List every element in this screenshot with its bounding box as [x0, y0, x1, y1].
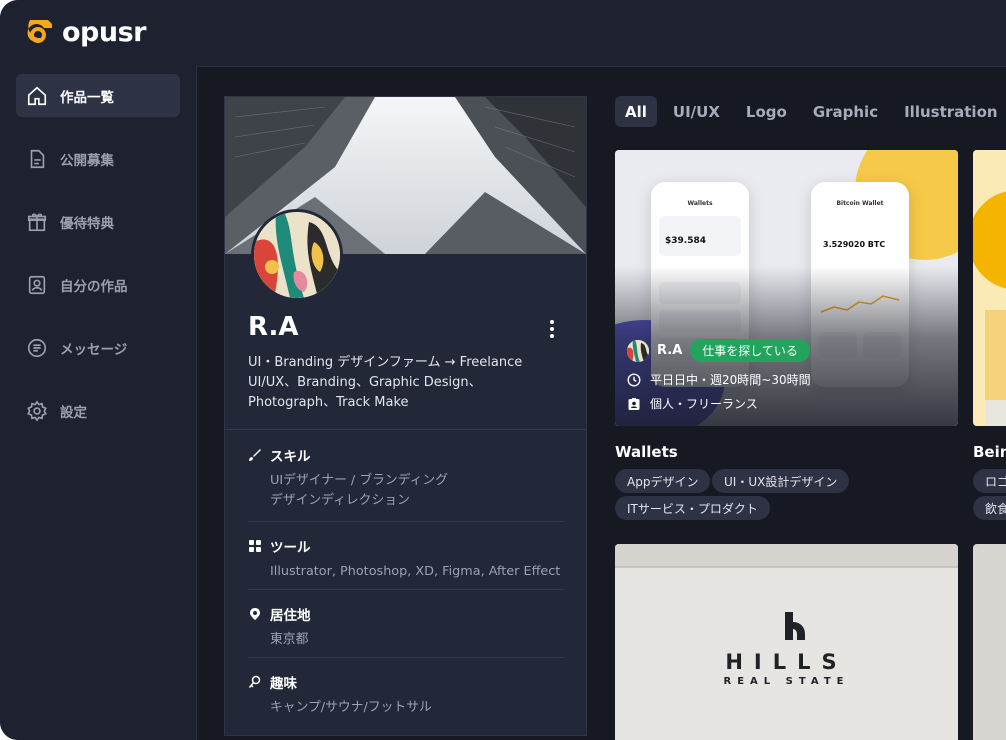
tab-ui-ux[interactable]: UI/UX — [663, 96, 730, 127]
tab-all[interactable]: All — [615, 96, 657, 127]
section-title: ツール — [270, 540, 311, 556]
opusr-logo-icon — [27, 20, 52, 43]
sidebar-item-label: 優待特典 — [60, 215, 114, 232]
profile-bio-line: Photograph、Track Make — [248, 395, 409, 410]
tab-illustration[interactable]: Illustration — [894, 96, 1006, 127]
brand-tagline: REAL STATE — [723, 676, 850, 687]
gift-icon — [27, 213, 47, 231]
sidebar-item-label: 設定 — [60, 404, 87, 421]
profile-section-skills: スキル UIデザイナー / ブランディング デザインディレクション — [248, 445, 566, 511]
schedule-text: 平日日中・週20時間~30時間 — [650, 373, 811, 387]
brand-name: opusr — [62, 16, 146, 48]
category-tabs: All UI/UX Logo Graphic Illustration — [615, 96, 1006, 127]
hobby-icon — [248, 675, 261, 688]
portrait-icon — [28, 275, 46, 294]
section-text: デザインディレクション — [270, 493, 410, 508]
tag-chip[interactable]: Appデザイン — [615, 469, 711, 493]
card-owner: R.A 仕事を探している — [627, 339, 810, 362]
mockup-balance: $39.584 — [665, 236, 706, 246]
mockup-title: Wallets — [687, 200, 713, 207]
sidebar-item-label: メッセージ — [60, 341, 128, 358]
document-icon — [30, 149, 45, 168]
grid-icon — [249, 540, 261, 552]
clock-icon — [627, 372, 641, 387]
profile-card: R.A UI・Branding デザインファーム → Freelance UI/… — [224, 96, 587, 736]
profile-section-hobbies: 趣味 キャンプ/サウナ/フットサル — [248, 672, 566, 718]
work-card[interactable] — [973, 150, 1006, 426]
mockup-title: Bitcoin Wallet — [836, 200, 884, 207]
section-title: 趣味 — [270, 676, 297, 692]
section-text: キャンプ/サウナ/フットサル — [270, 700, 432, 715]
sidebar-item-label: 作品一覧 — [60, 89, 114, 106]
section-text: 東京都 — [270, 632, 309, 647]
brand-logo[interactable]: opusr — [24, 16, 146, 48]
divider — [248, 521, 564, 522]
section-text: UIデザイナー / ブランディング — [270, 473, 448, 488]
work-thumbnail — [973, 150, 1006, 426]
home-icon — [27, 86, 47, 105]
tag-chip[interactable]: 飲食 — [973, 496, 1006, 520]
work-title[interactable]: Wallets — [615, 443, 678, 461]
section-text: Illustrator, Photoshop, XD, Figma, After… — [270, 564, 561, 579]
work-card[interactable]: Wallets $39.584 Bitcoin Wallet 3.529020 … — [615, 150, 958, 426]
app-window: opusr 作品一覧 公開募集 優待特典 自分の作品 メッセージ 設定 R.A … — [0, 0, 1006, 740]
more-options-icon[interactable] — [548, 319, 556, 339]
tag-chip[interactable]: ロゴ — [973, 469, 1006, 493]
card-employment: 個人・フリーランス — [627, 395, 758, 412]
brand-wordmark: HILLS — [725, 650, 848, 674]
location-pin-icon — [250, 608, 260, 620]
sidebar-item-works[interactable]: 作品一覧 — [16, 74, 180, 117]
tab-logo[interactable]: Logo — [736, 96, 797, 127]
tag-chip[interactable]: ITサービス・プロダクト — [615, 496, 770, 520]
card-schedule: 平日日中・週20時間~30時間 — [627, 371, 811, 388]
badge-icon — [628, 397, 640, 410]
owner-avatar — [627, 339, 649, 362]
sidebar-item-label: 自分の作品 — [60, 278, 128, 295]
tag-chip[interactable]: UI・UX設計デザイン — [712, 469, 850, 493]
work-title[interactable]: Beint — [973, 443, 1006, 461]
sidebar-item-label: 公開募集 — [60, 152, 114, 169]
profile-section-location: 居住地 東京都 — [248, 604, 566, 650]
sidebar-item-recruitment[interactable]: 公開募集 — [16, 137, 180, 180]
sidebar: 作品一覧 公開募集 優待特典 自分の作品 メッセージ 設定 — [0, 66, 196, 740]
profile-bio: UI・Branding デザインファーム → Freelance UI/UX、B… — [248, 353, 568, 413]
profile-avatar — [251, 209, 343, 301]
brush-icon — [249, 449, 261, 461]
sidebar-item-my-works[interactable]: 自分の作品 — [16, 263, 180, 306]
profile-bio-line: UI/UX、Branding、Graphic Design、 — [248, 375, 482, 390]
sidebar-item-messages[interactable]: メッセージ — [16, 326, 180, 369]
profile-bio-line: UI・Branding デザインファーム → Freelance — [248, 355, 523, 370]
profile-name: R.A — [248, 312, 299, 342]
owner-name: R.A — [657, 343, 683, 358]
status-badge: 仕事を探している — [690, 339, 810, 362]
top-bar: opusr — [0, 0, 1006, 66]
divider — [248, 589, 564, 590]
message-icon — [27, 338, 47, 357]
profile-section-tools: ツール Illustrator, Photoshop, XD, Figma, A… — [248, 536, 566, 582]
gear-icon — [27, 399, 47, 422]
employment-text: 個人・フリーランス — [650, 397, 758, 411]
tab-graphic[interactable]: Graphic — [803, 96, 888, 127]
sidebar-item-settings[interactable]: 設定 — [16, 389, 180, 432]
divider — [225, 429, 586, 430]
section-title: 居住地 — [270, 608, 311, 624]
section-title: スキル — [270, 449, 311, 465]
sidebar-item-benefits[interactable]: 優待特典 — [16, 200, 180, 243]
divider — [248, 657, 564, 658]
mockup-balance: 3.529020 BTC — [823, 240, 886, 249]
